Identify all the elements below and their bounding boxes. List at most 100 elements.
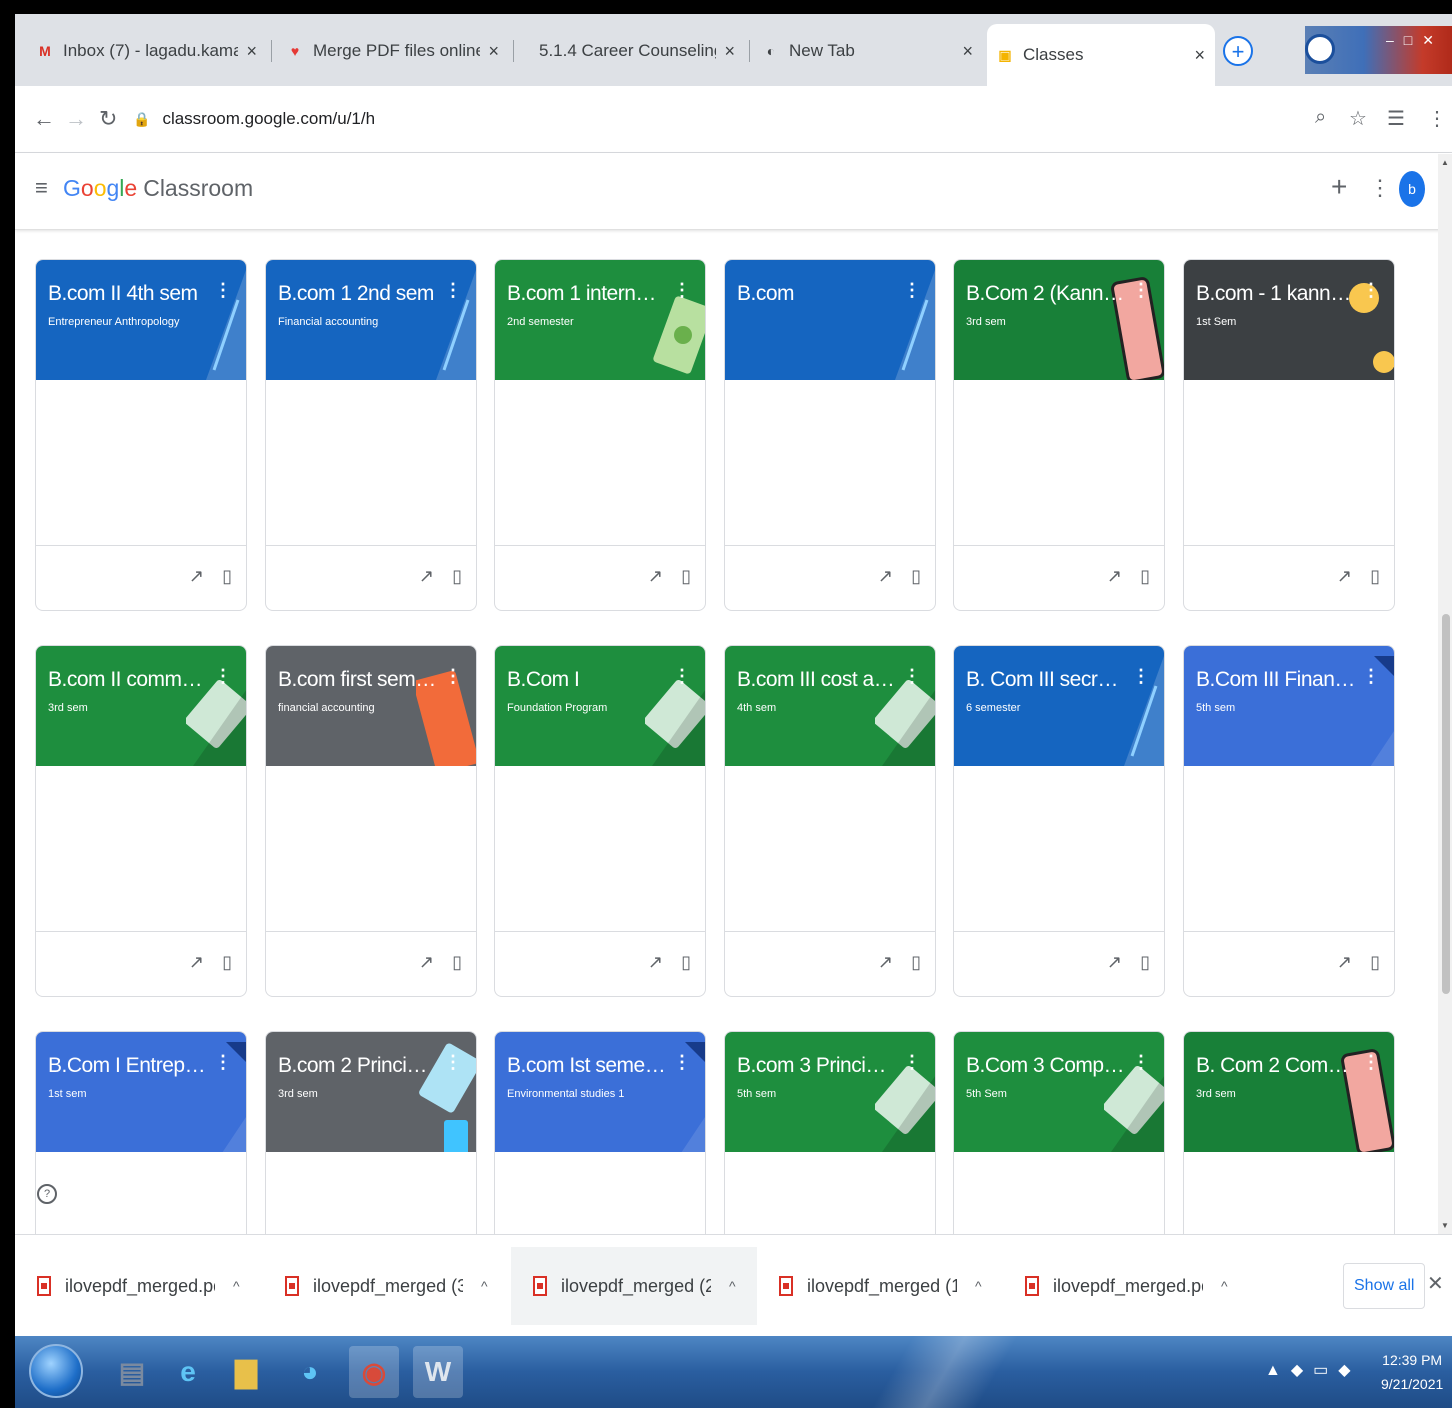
class-card-banner[interactable]: B.com - 1 kannada 1st Sem ⋮ <box>1184 260 1394 380</box>
folder-icon[interactable]: ▯ <box>911 952 921 973</box>
more-options-icon[interactable]: ⋮ <box>903 1052 921 1073</box>
scrollbar-thumb[interactable] <box>1442 614 1450 994</box>
folder-icon[interactable]: ▯ <box>222 566 232 587</box>
more-options-icon[interactable]: ⋮ <box>673 280 691 301</box>
more-options-icon[interactable]: ⋮ <box>1362 1052 1380 1073</box>
word-doc-icon[interactable]: W <box>413 1346 463 1398</box>
class-card-banner[interactable]: B. Com 2 Computer ... 3rd sem ⋮ <box>1184 1032 1394 1152</box>
gradebook-icon[interactable]: ↗ <box>878 566 893 587</box>
gradebook-icon[interactable]: ↗ <box>1107 566 1122 587</box>
tab-career-counseling[interactable]: 5.1.4 Career Counseling.pdf × <box>519 24 745 78</box>
close-icon[interactable]: × <box>246 41 257 62</box>
class-card-banner[interactable]: B.com 1 international 2nd semester ⋮ <box>495 260 705 380</box>
scroll-up-icon[interactable]: ▲ <box>1441 158 1449 167</box>
class-card[interactable]: B.Com I Entrepreneur...1st sem⋮↗▯ <box>35 1031 247 1234</box>
folder-icon[interactable]: ▯ <box>681 566 691 587</box>
close-icon[interactable]: × <box>962 41 973 62</box>
folder-icon[interactable]: ▯ <box>911 566 921 587</box>
more-options-icon[interactable]: ⋮ <box>1362 666 1380 687</box>
class-name[interactable]: B.com II 4th sem <box>48 282 208 306</box>
internet-explorer-icon[interactable]: e <box>163 1346 213 1398</box>
close-icon[interactable]: ✕ <box>1427 1271 1444 1296</box>
class-name[interactable]: B.com III cost account... <box>737 668 897 692</box>
gradebook-icon[interactable]: ↗ <box>1337 566 1352 587</box>
gradebook-icon[interactable]: ↗ <box>189 566 204 587</box>
gradebook-icon[interactable]: ↗ <box>419 566 434 587</box>
more-options-icon[interactable]: ⋮ <box>1132 280 1150 301</box>
class-card-banner[interactable]: B.com 1 2nd sem Financial accounting ⋮ <box>266 260 476 380</box>
download-item[interactable]: ilovepdf_merged.pdf ^ <box>1003 1247 1249 1325</box>
class-card[interactable]: B.com 3 Principles an...5th sem⋮↗▯ <box>724 1031 936 1234</box>
more-options-icon[interactable]: ⋮ <box>444 666 462 687</box>
class-card[interactable]: B.com ⋮ ↗ ▯ <box>724 259 936 611</box>
chrome-icon[interactable]: ◉ <box>349 1346 399 1398</box>
edge-icon[interactable]: ◕ <box>285 1346 335 1398</box>
folder-icon[interactable]: ▯ <box>1370 952 1380 973</box>
folder-icon[interactable]: ▯ <box>1370 566 1380 587</box>
chevron-up-icon[interactable]: ^ <box>729 1278 736 1294</box>
gradebook-icon[interactable]: ↗ <box>878 952 893 973</box>
class-card-banner[interactable]: B.com Ist semester Environmental studies … <box>495 1032 705 1152</box>
download-item[interactable]: ilovepdf_merged (3).pdf ^ <box>263 1247 511 1325</box>
class-name[interactable]: B.com first semester <box>278 668 438 692</box>
folder-icon[interactable]: ▯ <box>452 566 462 587</box>
class-card[interactable]: B.com Ist semester Environmental studies … <box>494 1031 706 1234</box>
class-card[interactable]: B.Com III Financial Ser...5th sem⋮↗▯ <box>1183 645 1395 997</box>
class-card-banner[interactable]: B.Com 3 Computer ... 5th Sem ⋮ <box>954 1032 1164 1152</box>
class-name[interactable]: B.com Ist semester <box>507 1054 667 1078</box>
scroll-down-icon[interactable]: ▼ <box>1441 1221 1449 1230</box>
more-options-icon[interactable]: ⋮ <box>444 1052 462 1073</box>
class-name[interactable]: B.Com 3 Computer ... <box>966 1054 1126 1078</box>
class-card[interactable]: B.com first semester financial accounting… <box>265 645 477 997</box>
extensions-icon[interactable]: ☰ <box>1387 106 1405 131</box>
class-name[interactable]: B.com 3 Principles an... <box>737 1054 897 1078</box>
class-card[interactable]: B. Com 2 Computer ...3rd sem⋮↗▯ <box>1183 1031 1395 1234</box>
more-options-icon[interactable]: ⋮ <box>903 280 921 301</box>
gradebook-icon[interactable]: ↗ <box>1107 952 1122 973</box>
download-item[interactable]: ilovepdf_merged.pdf ^ <box>15 1247 263 1325</box>
class-card-banner[interactable]: B.com II 4th sem Entrepreneur Anthropolog… <box>36 260 246 380</box>
more-options-icon[interactable]: ⋮ <box>903 666 921 687</box>
add-class-icon[interactable]: + <box>1331 171 1347 203</box>
folder-icon[interactable]: ▯ <box>1140 952 1150 973</box>
chevron-up-icon[interactable]: ^ <box>481 1278 488 1294</box>
class-card[interactable]: B.com 1 international2nd semester⋮ ↗ ▯ <box>494 259 706 611</box>
tab-inbox[interactable]: M Inbox (7) - lagadu.kamat@g... × <box>27 24 267 78</box>
class-card[interactable]: B.com II 4th sem Entrepreneur Anthropolog… <box>35 259 247 611</box>
more-options-icon[interactable]: ⋮ <box>673 1052 691 1073</box>
start-button[interactable] <box>29 1344 83 1398</box>
class-name[interactable]: B. Com III secretarial ... <box>966 668 1126 692</box>
class-card-banner[interactable]: B.Com I Entrepreneur... 1st sem ⋮ <box>36 1032 246 1152</box>
class-card-banner[interactable]: B.com ⋮ <box>725 260 935 380</box>
window-buttons[interactable]: –□✕ <box>1386 32 1444 49</box>
zoom-icon[interactable]: ⌕ <box>1315 106 1326 129</box>
class-card[interactable]: B.com 1 2nd sem Financial accounting ⋮ ↗ ▯ <box>265 259 477 611</box>
class-name[interactable]: B.Com I <box>507 668 667 692</box>
system-tray[interactable]: ▲◆▭◆ <box>1265 1360 1361 1380</box>
class-name[interactable]: B.Com 2 (Kannada) <box>966 282 1126 306</box>
reload-icon[interactable]: ↻ <box>99 106 117 132</box>
class-name[interactable]: B.Com I Entrepreneur... <box>48 1054 208 1078</box>
close-icon[interactable]: × <box>724 41 735 62</box>
folder-icon[interactable]: ▯ <box>1140 566 1150 587</box>
more-options-icon[interactable]: ⋮ <box>1132 1052 1150 1073</box>
star-icon[interactable]: ☆ <box>1349 106 1367 131</box>
class-card-banner[interactable]: B.com II commercial ... 3rd sem ⋮ <box>36 646 246 766</box>
close-icon[interactable]: × <box>488 41 499 62</box>
class-name[interactable]: B.com 1 2nd sem <box>278 282 438 306</box>
tab-classes[interactable]: ▣ Classes × <box>987 24 1215 86</box>
more-options-icon[interactable]: ⋮ <box>1362 280 1380 301</box>
main-menu-icon[interactable]: ≡ <box>35 175 48 201</box>
class-card[interactable]: B.Com I Foundation Program ⋮ ↗ ▯ <box>494 645 706 997</box>
class-name[interactable]: B.com - 1 kannada <box>1196 282 1356 306</box>
class-card[interactable]: B.Com 2 (Kannada) 3rd sem ⋮ ↗ ▯ <box>953 259 1165 611</box>
url-field[interactable]: 🔒 classroom.google.com/u/1/h <box>133 100 1323 138</box>
profile-icon[interactable] <box>1305 34 1335 64</box>
gradebook-icon[interactable]: ↗ <box>648 566 663 587</box>
gradebook-icon[interactable]: ↗ <box>1337 952 1352 973</box>
clock[interactable]: 12:39 PM 9/21/2021 <box>1381 1348 1443 1396</box>
class-name[interactable]: B. Com 2 Computer ... <box>1196 1054 1356 1078</box>
show-all-button[interactable]: Show all <box>1343 1263 1426 1309</box>
class-card[interactable]: B.com 2 Principles of ...3rd sem⋮↗▯ <box>265 1031 477 1234</box>
class-card-banner[interactable]: B. Com III secretarial ... 6 semester ⋮ <box>954 646 1164 766</box>
